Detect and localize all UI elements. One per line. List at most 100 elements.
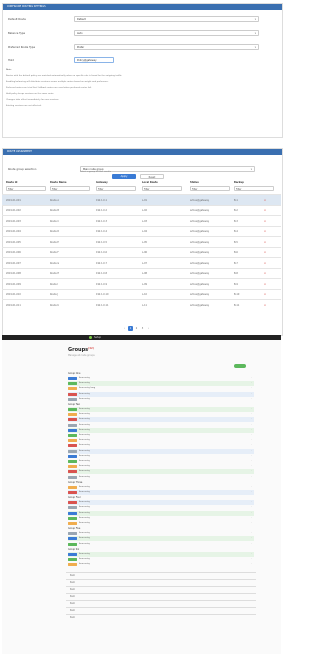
delete-icon[interactable]: ×	[264, 220, 266, 223]
group-item[interactable]: Item entry ›	[68, 542, 254, 547]
cell-backup: B-9	[234, 282, 238, 286]
table-row[interactable]: 2019-01-008 Route H 192.1.0.8 L-08 active@ga…	[2, 267, 281, 279]
col-gateway[interactable]: Gateway	[96, 181, 108, 184]
delete-icon[interactable]: ×	[264, 230, 266, 233]
item-tag	[68, 542, 77, 546]
cell-name: Route B	[50, 209, 59, 212]
bottom-list-item[interactable]: Item	[66, 614, 256, 620]
cell-local: L-03	[142, 219, 147, 223]
item-tag	[68, 439, 77, 443]
pager-next[interactable]: ›	[146, 326, 151, 331]
delete-icon[interactable]: ×	[264, 199, 266, 202]
chevron-down-icon: ▾	[254, 32, 256, 35]
item-tag	[68, 470, 77, 474]
cell-gw: 192.1.0.10	[96, 293, 109, 296]
item-tag	[68, 491, 77, 494]
cell-id: 2019-01-004	[6, 230, 21, 233]
filter-input[interactable]: Filter	[6, 186, 46, 191]
table-row[interactable]: 2019-01-004 Route D 192.1.0.4 L-04 active@ga…	[2, 225, 281, 237]
group-item[interactable]: Item entry ›	[68, 490, 254, 495]
col-local-route[interactable]: Local Route	[142, 181, 158, 184]
cell-local: L-06	[142, 251, 147, 254]
cell-gw: 192.1.0.2	[96, 209, 107, 212]
cell-local: L-09	[142, 282, 147, 286]
col-backup[interactable]: Backup	[234, 181, 244, 184]
group-heading: Group Three	[68, 480, 83, 484]
bottom-list-item[interactable]: Item	[66, 593, 256, 599]
group-item[interactable]: Item entry ›	[68, 521, 254, 526]
bottom-list-item[interactable]: Item	[66, 572, 256, 578]
table-row[interactable]: 2019-01-003 Route C 192.1.0.3 L-03 active@ga…	[2, 215, 281, 226]
delete-icon[interactable]: ×	[264, 272, 266, 275]
filter-input[interactable]: Filter	[234, 186, 274, 191]
cell-name: Route K	[50, 303, 59, 307]
cell-id: 2019-01-010	[6, 293, 21, 296]
group-item[interactable]: Item entry ›	[68, 397, 254, 402]
delete-icon[interactable]: ×	[264, 304, 266, 307]
delete-icon[interactable]: ×	[264, 209, 266, 212]
cell-backup: B-6	[234, 251, 238, 254]
delete-icon[interactable]: ×	[264, 283, 266, 286]
title-count: (42)	[88, 347, 94, 350]
groups-page: Groups(42) Manage all route groups Group…	[2, 340, 281, 654]
table-row[interactable]: 2019-01-011 Route K 192.1.0.11 L-11 active@g…	[2, 299, 281, 310]
item-tag	[68, 537, 77, 541]
cell-gw: 192.1.0.1	[96, 198, 107, 202]
item-tag	[68, 434, 77, 437]
item-tag	[68, 408, 77, 411]
filter-input[interactable]: Filter	[96, 186, 136, 191]
pager-page-1[interactable]: 1	[128, 326, 133, 331]
pager-prev[interactable]: ‹	[122, 326, 127, 331]
table-row[interactable]: 2019-01-002 Route B 192.1.0.2 L-02 active@ga…	[2, 204, 281, 216]
bottom-list-item[interactable]: Item	[66, 579, 256, 585]
balance-type-select[interactable]: Auto ▾	[74, 30, 259, 36]
apply-button[interactable]: Apply	[112, 174, 136, 179]
table-row[interactable]: 2019-01-010 Route J 192.1.0.10 L-10 active@g…	[2, 288, 281, 300]
chevron-right-icon: ›	[251, 563, 252, 566]
col-route-name[interactable]: Route Name	[50, 181, 67, 184]
item-tag	[68, 449, 77, 453]
chevron-down-icon: ▾	[250, 168, 252, 171]
delete-icon[interactable]: ×	[264, 251, 266, 254]
toggle-switch[interactable]	[234, 364, 246, 368]
group-item[interactable]: Item entry ›	[68, 475, 254, 480]
cell-name: Route F	[50, 251, 59, 254]
reset-button[interactable]: Reset	[140, 174, 164, 179]
cell-id: 2019-01-005	[6, 240, 21, 244]
pager-page-3[interactable]: 3	[140, 326, 145, 331]
table-row[interactable]: 2019-01-005 Route E 192.1.0.5 L-05 active@ga…	[2, 236, 281, 247]
filter-input[interactable]: Filter	[50, 186, 90, 191]
table-row[interactable]: 2019-01-007 Route G 192.1.0.7 L-07 active@ga…	[2, 257, 281, 268]
group-item[interactable]: Item entry ›	[68, 562, 254, 567]
delete-icon[interactable]: ×	[264, 262, 266, 265]
item-tag	[68, 465, 77, 469]
bottom-list-item[interactable]: Item	[66, 600, 256, 606]
cell-gw: 192.1.0.3	[96, 219, 107, 223]
table-row[interactable]: 2019-01-001 Route A 192.1.0.1 L-01 active@ga…	[2, 194, 281, 205]
item-tag	[68, 423, 77, 427]
cell-name: Route I	[50, 282, 59, 286]
cell-gw: 192.1.0.4	[96, 230, 107, 233]
default-route-row: Default Route Default ▾	[4, 16, 274, 23]
delete-icon[interactable]: ×	[264, 293, 266, 296]
default-route-select[interactable]: Default ▾	[74, 16, 259, 22]
chevron-down-icon: ▾	[254, 46, 256, 49]
cell-local: L-11	[142, 303, 147, 307]
item-tag	[68, 454, 77, 458]
delete-icon[interactable]: ×	[264, 241, 266, 244]
filter-label: Route group selection	[8, 168, 37, 171]
col-route-id[interactable]: Route Id	[6, 181, 17, 184]
bottom-list-item[interactable]: Item	[66, 586, 256, 592]
cell-name: Route A	[50, 198, 59, 202]
pager-page-2[interactable]: 2	[134, 326, 139, 331]
col-status[interactable]: Status	[190, 181, 199, 184]
table-row[interactable]: 2019-01-006 Route F 192.1.0.6 L-06 active@ga…	[2, 246, 281, 258]
bottom-list-item[interactable]: Item	[66, 607, 256, 613]
select-value: Default	[77, 18, 86, 21]
filter-input[interactable]: Filter	[142, 186, 182, 191]
table-row[interactable]: 2019-01-009 Route I 192.1.0.9 L-09 active@ga…	[2, 278, 281, 289]
preferred-route-select[interactable]: Prefer ▾	[74, 44, 259, 50]
item-label: Item entry	[79, 522, 90, 524]
hold-input[interactable]: Policy@gateway	[74, 57, 114, 63]
filter-input[interactable]: Filter	[190, 186, 230, 191]
